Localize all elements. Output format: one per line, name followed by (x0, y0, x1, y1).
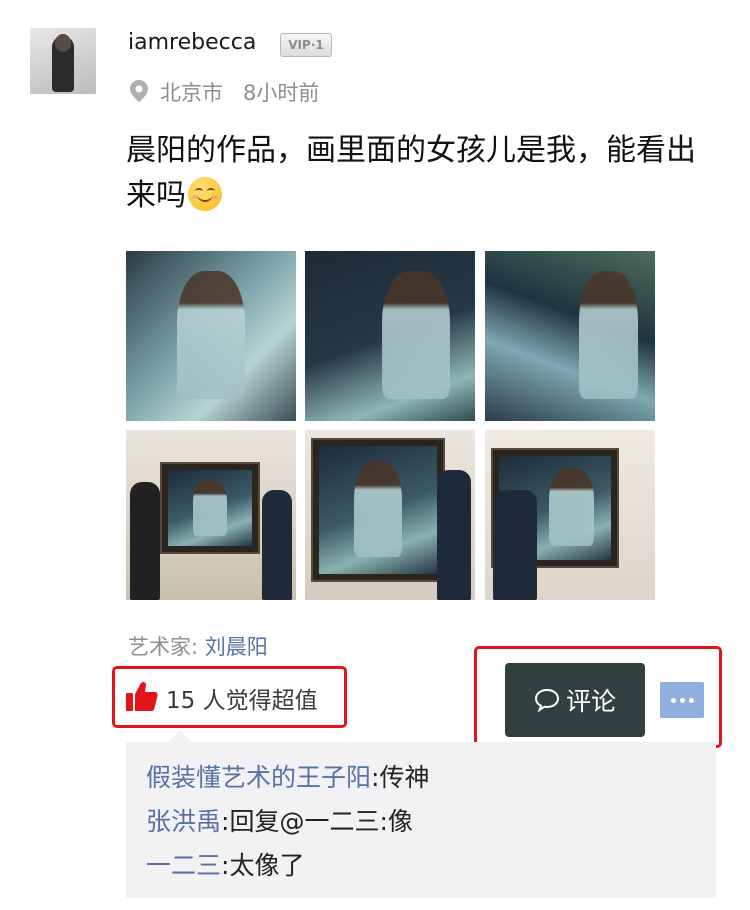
thumbs-up-icon[interactable] (126, 681, 158, 711)
comment-button-label: 评论 (565, 687, 616, 716)
photo-thumbnail-3[interactable] (485, 251, 655, 421)
comment-text: :太像了 (221, 851, 305, 880)
smiling-face-emoji-icon (188, 177, 222, 211)
avatar[interactable] (30, 28, 96, 94)
post-text: 晨阳的作品，画里面的女孩儿是我，能看出来吗 (126, 128, 696, 218)
username[interactable]: iamrebecca (128, 30, 256, 55)
speech-bubble-icon (534, 688, 559, 712)
likes-count: 15 (166, 688, 196, 714)
comment-text: :回复@一二三:像 (221, 807, 413, 836)
artist-name-link[interactable]: 刘晨阳 (205, 635, 268, 659)
photo-thumbnail-5[interactable] (305, 430, 475, 600)
photo-thumbnail-4[interactable] (126, 430, 296, 600)
location-pin-icon (130, 80, 148, 102)
comment-item: 假装懂艺术的王子阳:传神 (146, 756, 696, 800)
comment-author-link[interactable]: 一二三 (146, 851, 221, 880)
photo-thumbnail-6[interactable] (485, 430, 655, 600)
timestamp: 8小时前 (243, 81, 320, 105)
photo-thumbnail-2[interactable] (305, 251, 475, 421)
more-options-button[interactable] (660, 682, 704, 718)
comment-list: 假装懂艺术的王子阳:传神 张洪禹:回复@一二三:像 一二三:太像了 (126, 730, 716, 898)
vip-badge: VIP·1 (280, 33, 332, 57)
artist-label: 艺术家: (128, 635, 199, 659)
photo-thumbnail-1[interactable] (126, 251, 296, 421)
comment-author-link[interactable]: 张洪禹 (146, 807, 221, 836)
comment-item: 张洪禹:回复@一二三:像 (146, 800, 696, 844)
artist-credit: 艺术家: 刘晨阳 (128, 631, 268, 661)
ellipsis-icon (670, 697, 676, 703)
location-text: 北京市 (160, 81, 223, 105)
likes-text: 15 人觉得超值 (166, 681, 318, 715)
comment-button[interactable]: 评论 (505, 663, 645, 737)
comment-text: :传神 (371, 763, 430, 792)
likes-label: 人觉得超值 (202, 688, 318, 714)
avatar-head (55, 34, 71, 52)
comment-author-link[interactable]: 假装懂艺术的王子阳 (146, 763, 371, 792)
comment-item: 一二三:太像了 (146, 844, 696, 888)
